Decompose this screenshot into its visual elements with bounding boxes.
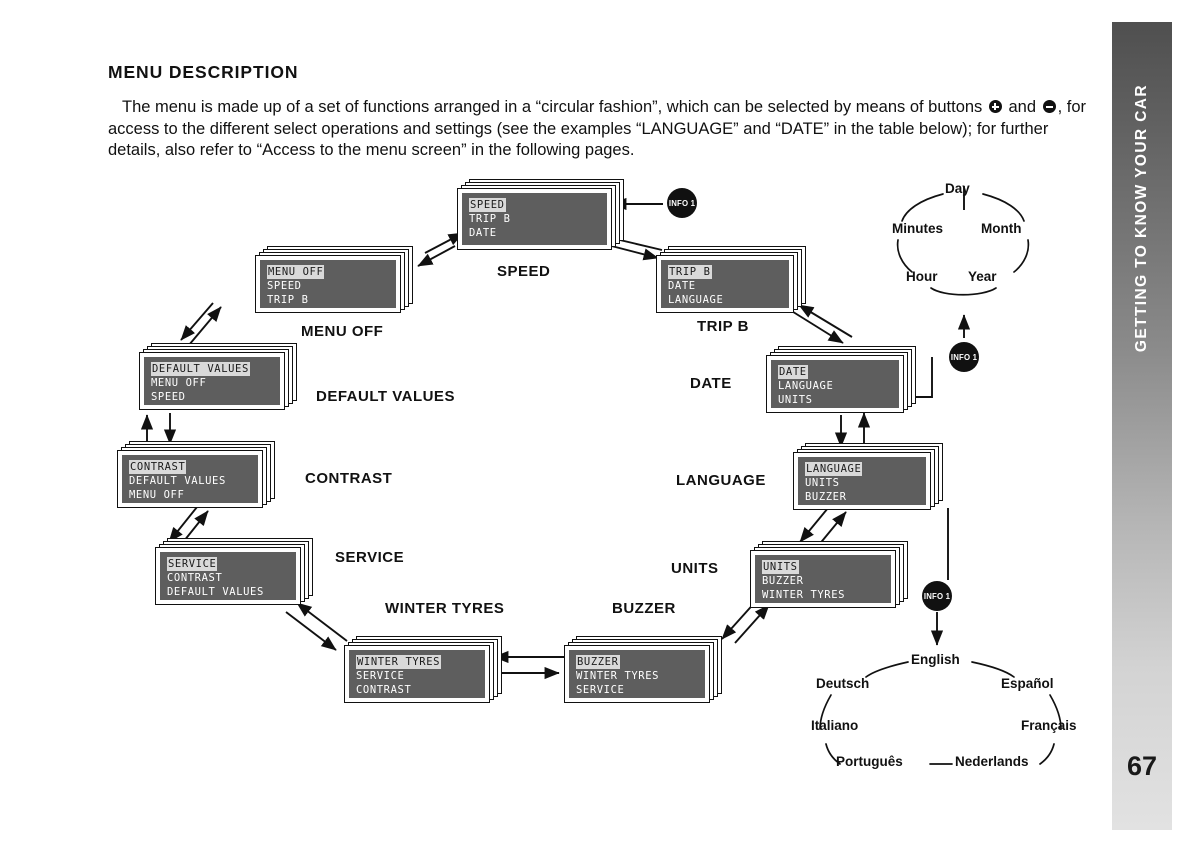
language-node-portugues: Português [836, 754, 903, 769]
date-node-year: Year [968, 269, 997, 284]
minus-button-icon [1042, 100, 1056, 113]
menu-panel-service[interactable]: SERVICE CONTRAST DEFAULT VALUES [155, 538, 313, 605]
menu-line[interactable]: BUZZER [762, 574, 804, 588]
menu-line[interactable]: DATE [778, 365, 808, 379]
date-node-month: Month [981, 221, 1022, 236]
menu-line[interactable]: DEFAULT VALUES [167, 585, 264, 599]
menu-screen: TRIP B DATE LANGUAGE [656, 255, 794, 313]
page-number: 67 [1126, 751, 1158, 781]
date-node-day: Day [945, 181, 970, 196]
menu-line[interactable]: SERVICE [356, 669, 404, 683]
menu-panel-winter-tyres[interactable]: WINTER TYRES SERVICE CONTRAST [344, 636, 502, 703]
panel-caption-speed: SPEED [497, 263, 551, 280]
menu-panel-default-values[interactable]: DEFAULT VALUES MENU OFF SPEED [139, 343, 297, 410]
menu-screen: DEFAULT VALUES MENU OFF SPEED [139, 352, 285, 410]
date-node-hour: Hour [906, 269, 938, 284]
panel-caption-menu-off: MENU OFF [301, 323, 384, 340]
menu-line[interactable]: CONTRAST [356, 683, 411, 697]
menu-line[interactable]: SERVICE [167, 557, 218, 571]
menu-panel-units[interactable]: UNITS BUZZER WINTER TYRES [750, 541, 908, 608]
menu-line[interactable]: LANGUAGE [805, 462, 863, 476]
menu-line[interactable]: SPEED [469, 198, 506, 212]
menu-line[interactable]: MENU OFF [129, 488, 184, 502]
menu-panel-language[interactable]: LANGUAGE UNITS BUZZER [793, 443, 943, 510]
date-node-minutes: Minutes [892, 221, 944, 236]
menu-line[interactable]: UNITS [805, 476, 840, 490]
plus-button-icon [988, 100, 1002, 113]
panel-caption-contrast: CONTRAST [305, 470, 393, 487]
menu-panel-date[interactable]: DATE LANGUAGE UNITS [766, 346, 916, 413]
menu-line[interactable]: TRIP B [267, 293, 309, 307]
panel-caption-date: DATE [690, 375, 732, 392]
info-badge-language[interactable]: INFO 1 [922, 581, 952, 611]
panel-caption-winter-tyres: WINTER TYRES [385, 600, 505, 617]
menu-screen: SERVICE CONTRAST DEFAULT VALUES [155, 547, 301, 605]
panel-caption-language: LANGUAGE [676, 472, 766, 489]
menu-screen: CONTRAST DEFAULT VALUES MENU OFF [117, 450, 263, 508]
menu-panel-buzzer[interactable]: BUZZER WINTER TYRES SERVICE [564, 636, 722, 703]
menu-line[interactable]: LANGUAGE [668, 293, 723, 307]
menu-line[interactable]: DATE [469, 226, 497, 240]
chapter-tab-label-wrap: GETTING TO KNOW YOUR CAR [1112, 22, 1172, 830]
panel-caption-service: SERVICE [335, 549, 405, 566]
menu-line[interactable]: DEFAULT VALUES [151, 362, 250, 376]
language-node-espanol: Español [1001, 676, 1054, 691]
panel-caption-trip-b: TRIP B [697, 318, 749, 335]
menu-line[interactable]: MENU OFF [151, 376, 206, 390]
menu-screen: WINTER TYRES SERVICE CONTRAST [344, 645, 490, 703]
menu-panel-menu-off[interactable]: MENU OFF SPEED TRIP B [255, 246, 413, 313]
intro-paragraph: The menu is made up of a set of function… [108, 97, 1103, 162]
menu-line[interactable]: LANGUAGE [778, 379, 833, 393]
menu-line[interactable]: MENU OFF [267, 265, 325, 279]
panel-caption-units: UNITS [671, 560, 719, 577]
menu-screen: BUZZER WINTER TYRES SERVICE [564, 645, 710, 703]
menu-screen: MENU OFF SPEED TRIP B [255, 255, 401, 313]
page-title: MENU DESCRIPTION [108, 62, 299, 82]
manual-page: MENU DESCRIPTION The menu is made up of … [0, 0, 1200, 861]
menu-line[interactable]: DATE [668, 279, 696, 293]
menu-line[interactable]: TRIP B [668, 265, 712, 279]
menu-line[interactable]: BUZZER [576, 655, 620, 669]
menu-screen: DATE LANGUAGE UNITS [766, 355, 904, 413]
menu-line[interactable]: UNITS [762, 560, 799, 574]
info-badge-date[interactable]: INFO 1 [949, 342, 979, 372]
menu-line[interactable]: WINTER TYRES [356, 655, 442, 669]
language-node-deutsch: Deutsch [816, 676, 870, 691]
menu-line[interactable]: DEFAULT VALUES [129, 474, 226, 488]
language-node-italiano: Italiano [811, 718, 859, 733]
language-node-nederlands: Nederlands [955, 754, 1029, 769]
chapter-tab: GETTING TO KNOW YOUR CAR 67 [1112, 22, 1172, 830]
menu-line[interactable]: BUZZER [805, 490, 847, 504]
menu-line[interactable]: SERVICE [576, 683, 624, 697]
menu-line[interactable]: SPEED [151, 390, 186, 404]
language-node-english: English [911, 652, 960, 667]
panel-caption-buzzer: BUZZER [612, 600, 676, 617]
menu-line[interactable]: UNITS [778, 393, 813, 407]
menu-line[interactable]: SPEED [267, 279, 302, 293]
menu-screen: UNITS BUZZER WINTER TYRES [750, 550, 896, 608]
panel-caption-default-values: DEFAULT VALUES [316, 388, 455, 405]
menu-line[interactable]: CONTRAST [167, 571, 222, 585]
menu-panel-contrast[interactable]: CONTRAST DEFAULT VALUES MENU OFF [117, 441, 275, 508]
language-node-francais: Français [1021, 718, 1077, 733]
menu-screen: LANGUAGE UNITS BUZZER [793, 452, 931, 510]
intro-text-and: and [1008, 98, 1037, 116]
chapter-tab-label: GETTING TO KNOW YOUR CAR [1133, 84, 1150, 353]
menu-line[interactable]: TRIP B [469, 212, 511, 226]
intro-text-part1: The menu is made up of a set of function… [122, 98, 983, 116]
menu-line[interactable]: WINTER TYRES [576, 669, 659, 683]
info-badge-speed[interactable]: INFO 1 [667, 188, 697, 218]
menu-line[interactable]: CONTRAST [129, 460, 187, 474]
menu-panel-speed[interactable]: SPEED TRIP B DATE [457, 179, 624, 250]
menu-panel-trip-b[interactable]: TRIP B DATE LANGUAGE [656, 246, 806, 313]
menu-line[interactable]: WINTER TYRES [762, 588, 845, 602]
menu-screen: SPEED TRIP B DATE [457, 188, 612, 250]
